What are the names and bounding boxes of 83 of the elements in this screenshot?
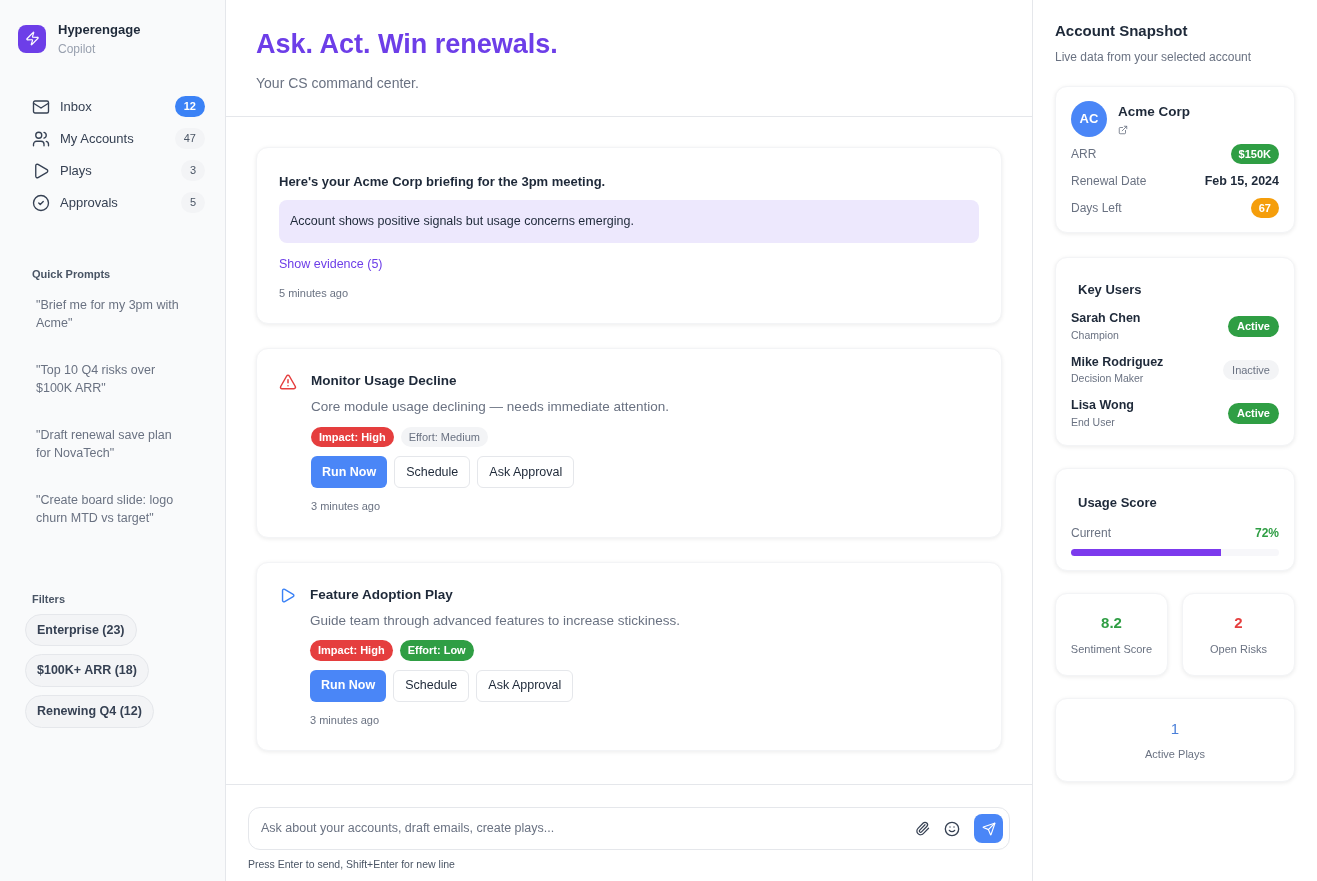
status-badge: Active	[1227, 403, 1279, 424]
avatar: AC	[1071, 100, 1107, 137]
action-button[interactable]: Schedule	[393, 669, 470, 702]
stat-value: 1	[1170, 719, 1180, 739]
page-title: Ask. Act. Win renewals.	[256, 28, 559, 61]
count-badge: 5	[180, 192, 205, 213]
quick-prompt[interactable]: "Create board slide: logo churn MTD vs target"	[36, 491, 187, 527]
page-subtitle: Your CS command center.	[256, 73, 420, 93]
evidence-link[interactable]: Show evidence (5)	[279, 254, 979, 274]
nav-item[interactable]: Inbox 12	[32, 95, 207, 118]
value-badge: 67	[1250, 197, 1279, 219]
mail-icon	[32, 97, 50, 116]
input-hint: Press Enter to send, Shift+Enter for new line	[248, 857, 456, 873]
filter-chip[interactable]: Enterprise (23)	[25, 613, 137, 647]
brand-subtitle: Copilot	[58, 40, 97, 58]
summary-callout: Account shows positive signals but usage concerns emerging.	[279, 200, 979, 243]
card-title: Key Users	[1077, 280, 1143, 299]
action-button[interactable]: Schedule	[394, 456, 471, 488]
tag: Effort: Low	[399, 640, 474, 661]
users-icon	[32, 129, 50, 148]
action-title: Monitor Usage Decline	[311, 372, 458, 390]
action-description: Guide team through advanced features to increase stickiness.	[310, 611, 681, 630]
card-title: Usage Score	[1077, 493, 1158, 512]
play-icon	[279, 586, 296, 604]
nav-item[interactable]: My Accounts 47	[32, 127, 207, 150]
stat-label: Open Risks	[1210, 641, 1267, 657]
nav-item[interactable]: Plays 3	[32, 159, 207, 182]
filter-chip[interactable]: $100K+ ARR (18)	[25, 654, 149, 687]
field-label: Days Left	[1071, 200, 1122, 217]
count-badge: 47	[174, 128, 205, 149]
panel-subtitle: Live data from your selected account	[1055, 48, 1253, 66]
timestamp: 5 minutes ago	[279, 285, 350, 301]
section-heading: Filters	[31, 592, 66, 607]
account-name: Acme Corp	[1118, 103, 1190, 122]
stat-value: 8.2	[1101, 613, 1122, 633]
warning-icon	[279, 373, 297, 391]
filter-chip[interactable]: Renewing Q4 (12)	[25, 695, 154, 728]
user-name: Sarah Chen	[1071, 310, 1141, 327]
send-icon	[981, 821, 996, 836]
tag: Impact: High	[310, 640, 393, 661]
action-button[interactable]: Ask Approval	[476, 669, 574, 702]
count-badge: 12	[174, 96, 205, 117]
panel-title: Account Snapshot	[1055, 21, 1189, 41]
quick-prompt[interactable]: "Brief me for my 3pm with Acme"	[36, 296, 187, 332]
play-icon	[32, 161, 50, 180]
user-name: Mike Rodriguez	[1071, 353, 1164, 371]
emoji-icon[interactable]	[944, 820, 960, 837]
status-badge: Active	[1227, 316, 1279, 337]
tag: Impact: High	[311, 426, 394, 447]
usage-reading: 72%	[1254, 525, 1279, 542]
timestamp: 3 minutes ago	[311, 499, 382, 514]
action-title: Feature Adoption Play	[310, 585, 454, 604]
chat-input[interactable]: Ask about your accounts, draft emails, create plays...	[261, 819, 901, 839]
action-button[interactable]: Ask Approval	[477, 456, 575, 488]
tag: Effort: Medium	[400, 426, 488, 447]
quick-prompt[interactable]: "Top 10 Q4 risks over $100K ARR"	[36, 361, 187, 397]
user-role: Decision Maker	[1071, 371, 1145, 387]
quick-prompt[interactable]: "Draft renewal save plan for NovaTech"	[36, 426, 187, 462]
logo-icon	[18, 24, 46, 53]
usage-label: Current	[1071, 525, 1111, 542]
message-field[interactable]: Ask about your accounts, draft emails, create plays...	[248, 807, 1010, 851]
check-circle-icon	[32, 193, 50, 212]
external-link-icon[interactable]	[1118, 124, 1128, 135]
section-heading: Quick Prompts	[31, 266, 112, 282]
user-name: Lisa Wong	[1071, 397, 1134, 414]
stat-label: Active Plays	[1145, 746, 1205, 762]
status-badge: Inactive	[1223, 359, 1279, 380]
attach-icon[interactable]	[915, 821, 930, 837]
timestamp: 3 minutes ago	[310, 712, 381, 728]
briefing-title: Here's your Acme Corp briefing for the 3pm meeting.	[279, 172, 607, 191]
user-role: Champion	[1071, 327, 1120, 343]
field-label: ARR	[1071, 146, 1097, 163]
action-description: Core module usage declining — needs immediate attention.	[311, 398, 670, 417]
field-value: Feb 15, 2024	[1204, 172, 1279, 190]
count-badge: 3	[180, 160, 205, 181]
field-label: Renewal Date	[1071, 173, 1147, 190]
stat-label: Sentiment Score	[1070, 641, 1153, 657]
nav-item[interactable]: Approvals 5	[32, 191, 207, 214]
user-role: End User	[1071, 414, 1116, 430]
send-button[interactable]	[974, 814, 1003, 844]
stat-value: 2	[1234, 613, 1243, 633]
value-badge: $150K	[1230, 143, 1279, 165]
brand-name: Hyperengage	[58, 21, 141, 39]
